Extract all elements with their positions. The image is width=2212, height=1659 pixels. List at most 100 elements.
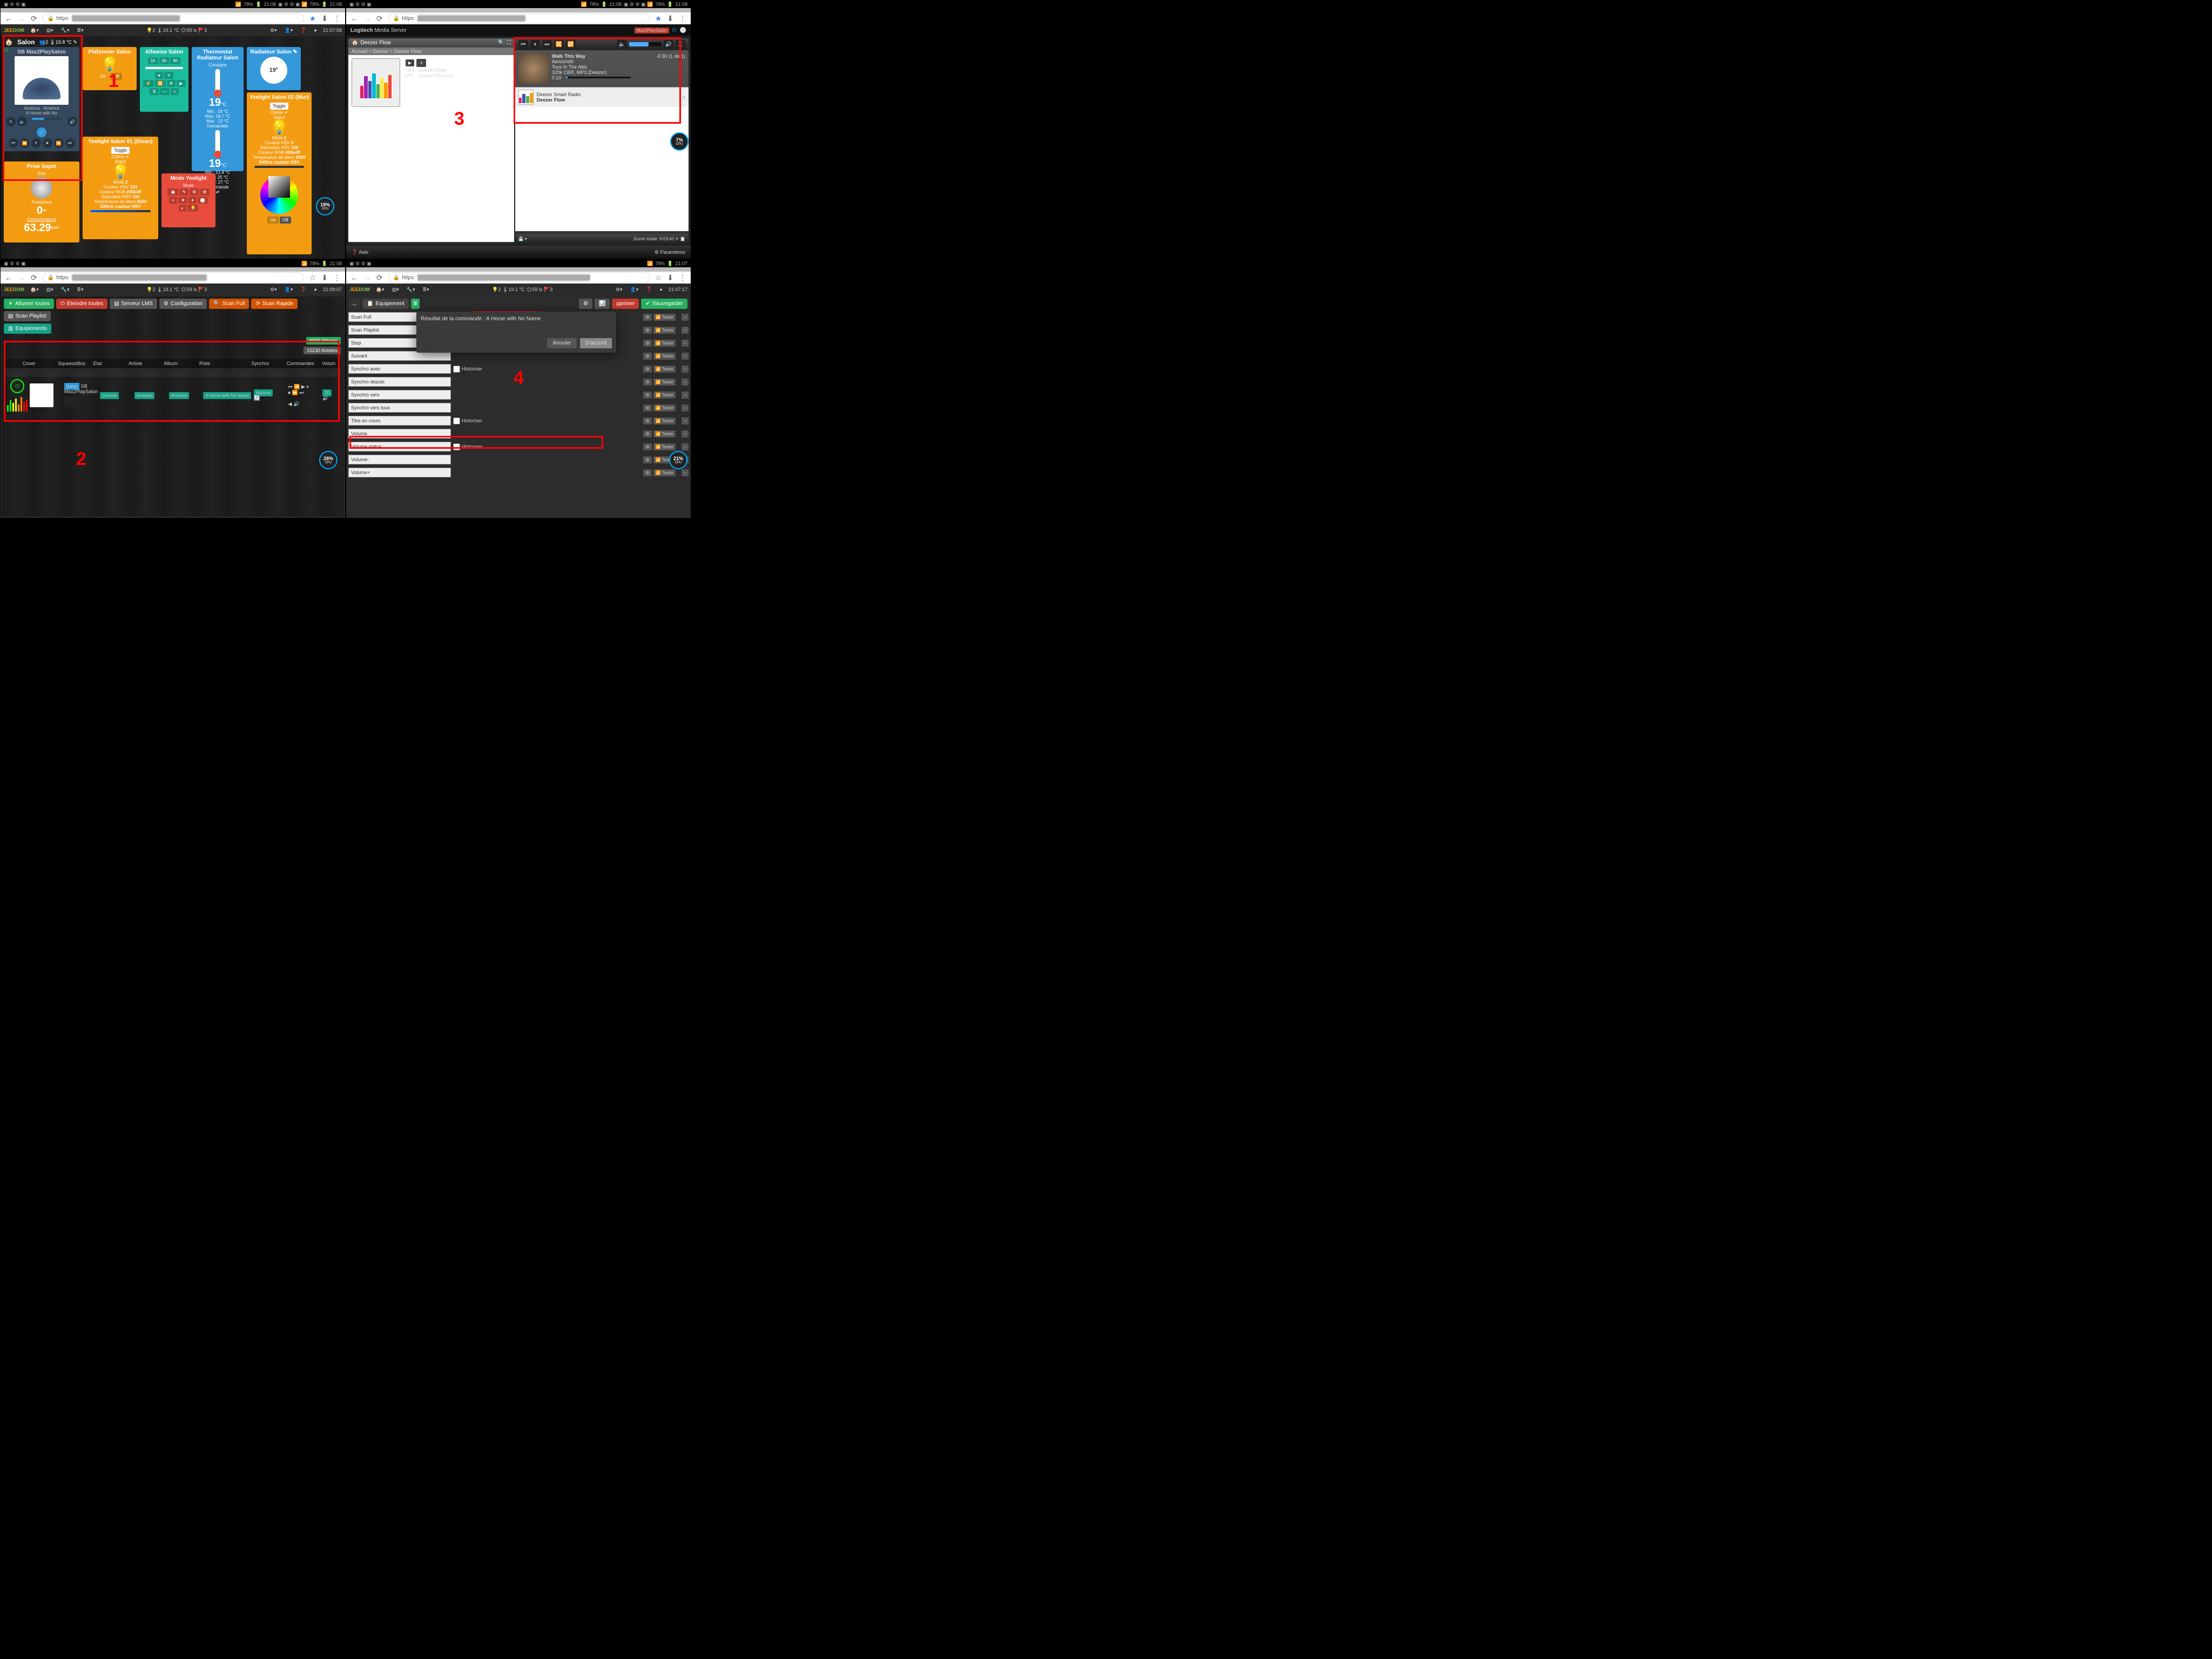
serveur-button[interactable]: ▤ Serveur LMS bbox=[110, 299, 157, 309]
test-button[interactable]: 📶 Tester bbox=[653, 314, 676, 321]
views-icon[interactable]: ▤▾ bbox=[45, 28, 55, 33]
cancel-button[interactable]: Annuler bbox=[547, 338, 576, 348]
allumer-button[interactable]: ☀ Allumer toutes bbox=[4, 299, 54, 309]
back-button[interactable]: ← bbox=[350, 273, 358, 282]
back-icon[interactable]: ← bbox=[349, 299, 360, 309]
historiser-checkbox[interactable]: Historiser bbox=[453, 443, 482, 450]
commands-tab[interactable]: ≣ bbox=[411, 299, 420, 309]
repeat-button[interactable]: 🔁 bbox=[566, 40, 576, 49]
gear-button[interactable]: ⚙ bbox=[643, 366, 651, 373]
command-name-input[interactable] bbox=[348, 429, 451, 439]
remove-button[interactable]: − bbox=[682, 353, 689, 360]
download-icon[interactable]: ⬇ bbox=[321, 273, 328, 282]
notif-icon[interactable]: ● bbox=[313, 28, 319, 33]
remove-button[interactable]: − bbox=[682, 469, 689, 476]
help-icon[interactable]: ❓ bbox=[299, 28, 308, 33]
back-button[interactable]: ← bbox=[5, 273, 12, 282]
command-name-input[interactable] bbox=[348, 390, 451, 400]
gear-button[interactable]: ⚙ bbox=[643, 327, 651, 334]
player-selector[interactable]: Max2PlaySalon bbox=[635, 28, 669, 33]
command-name-input[interactable] bbox=[348, 468, 451, 477]
jeedom-logo[interactable]: JEEDOM bbox=[4, 28, 24, 33]
power-button[interactable]: ⏻ bbox=[10, 379, 24, 393]
remove-button[interactable]: − bbox=[682, 314, 689, 321]
url-bar[interactable]: 🔒 https: bbox=[388, 272, 650, 283]
menu-icon[interactable]: ⋮ bbox=[333, 273, 341, 282]
plugins-icon[interactable]: ⚙▾ bbox=[268, 28, 279, 33]
reload-button[interactable]: ⟳ bbox=[376, 273, 383, 282]
test-button[interactable]: 📶 Tester bbox=[653, 379, 676, 386]
power-icon[interactable]: ⏻ bbox=[5, 48, 8, 53]
historiser-checkbox[interactable]: Historiser bbox=[453, 417, 482, 424]
download-icon[interactable]: ⬇ bbox=[667, 14, 673, 23]
sync-icon[interactable]: 🔄 bbox=[254, 395, 260, 401]
gear-button[interactable]: ⚙ bbox=[643, 404, 651, 412]
help-link[interactable]: ❓ Aide bbox=[352, 249, 368, 255]
home-icon[interactable]: 🏠▾ bbox=[29, 28, 41, 33]
color-wheel[interactable] bbox=[260, 176, 298, 214]
historiser-checkbox[interactable]: Historiser bbox=[453, 366, 482, 373]
on-button[interactable]: On bbox=[97, 73, 109, 80]
vol-up-button[interactable]: 🔊 bbox=[68, 117, 77, 126]
test-button[interactable]: 📶 Tester bbox=[653, 392, 676, 399]
back-button[interactable]: ← bbox=[350, 14, 358, 23]
url-bar[interactable]: 🔒 https: bbox=[43, 272, 304, 283]
forward-button[interactable]: → bbox=[18, 14, 25, 23]
remove-button[interactable]: − bbox=[682, 366, 689, 373]
reload-button[interactable]: ⟳ bbox=[31, 14, 37, 23]
remove-button[interactable]: − bbox=[682, 327, 689, 334]
delete-button[interactable]: pprimer bbox=[612, 299, 639, 309]
scanpl-button[interactable]: ▤ Scan Playlist bbox=[4, 311, 51, 321]
equipement-tab[interactable]: 📋 Equipement bbox=[362, 299, 409, 309]
scanrapide-button[interactable]: ⟳ Scan Rapide bbox=[251, 299, 298, 309]
url-bar[interactable]: 🔒 https: bbox=[43, 13, 304, 24]
hsv-slider[interactable] bbox=[254, 166, 304, 168]
remove-button[interactable]: − bbox=[682, 417, 689, 424]
gear-button[interactable]: ⚙ bbox=[643, 353, 651, 360]
jeedom-logo[interactable]: JEEDOM bbox=[4, 287, 24, 292]
gear-button[interactable]: ⚙ bbox=[643, 314, 651, 321]
equipements-button[interactable]: ▥ Equipements bbox=[4, 323, 51, 334]
reload-button[interactable]: ⟳ bbox=[376, 14, 383, 23]
toggle-button[interactable]: Toggle bbox=[111, 147, 130, 154]
seek-bar[interactable] bbox=[566, 77, 631, 78]
jeedom-logo[interactable]: JEEDOM bbox=[349, 287, 370, 292]
eteindre-button[interactable]: ⏻ Eteindre toutes bbox=[56, 299, 107, 309]
menu-icon[interactable]: ⋮ bbox=[333, 14, 341, 23]
test-button[interactable]: 📶 Tester bbox=[653, 469, 676, 476]
rewind-button[interactable]: ⏪ bbox=[20, 138, 30, 148]
shuffle-button[interactable]: 🔀 bbox=[554, 40, 564, 49]
add-button[interactable]: ＋ bbox=[416, 59, 426, 67]
test-button[interactable]: 📶 Tester bbox=[653, 327, 676, 334]
bookmark-icon[interactable]: ☆ bbox=[655, 273, 662, 282]
gear-button[interactable]: ⚙ bbox=[643, 379, 651, 386]
list-icon[interactable]: ≣▾ bbox=[76, 28, 85, 33]
mute-button[interactable]: ✕ bbox=[6, 117, 16, 126]
remove-button[interactable]: − bbox=[682, 392, 689, 399]
forward-button[interactable]: ⏩ bbox=[54, 138, 64, 148]
test-button[interactable]: 📶 Tester bbox=[653, 404, 676, 412]
download-icon[interactable]: ⬇ bbox=[321, 14, 328, 23]
ok-button[interactable]: D'accord bbox=[580, 338, 612, 348]
forward-button[interactable]: → bbox=[18, 273, 25, 282]
test-button[interactable]: 📶 Tester bbox=[653, 366, 676, 373]
play-button[interactable]: ▶ bbox=[406, 59, 414, 66]
gear-button[interactable]: ⚙ bbox=[643, 417, 651, 424]
config-button[interactable]: ⚙ Configuration bbox=[159, 299, 207, 309]
reload-button[interactable]: ⟳ bbox=[31, 273, 37, 282]
vol-icon[interactable]: 🔈 bbox=[617, 40, 627, 49]
expand-icon[interactable]: ⛶ bbox=[676, 40, 685, 49]
power-icon[interactable]: ⏻ bbox=[672, 28, 677, 33]
remove-button[interactable]: − bbox=[682, 443, 689, 450]
test-button[interactable]: 📶 Tester bbox=[653, 417, 676, 424]
test-button[interactable]: 📶 Tester bbox=[653, 340, 676, 347]
forward-button[interactable]: → bbox=[363, 14, 371, 23]
deezer-flow-cover[interactable] bbox=[352, 58, 400, 107]
prev-track-button[interactable]: ⏮ bbox=[9, 138, 18, 148]
command-name-input[interactable] bbox=[348, 377, 451, 387]
search-icon[interactable]: 🔍 bbox=[498, 40, 504, 46]
vol-down-button[interactable]: 🔈 bbox=[17, 117, 27, 126]
bookmark-icon[interactable]: ☆ bbox=[309, 273, 316, 282]
command-name-input[interactable] bbox=[348, 455, 451, 464]
off-button[interactable]: Off bbox=[111, 73, 122, 80]
